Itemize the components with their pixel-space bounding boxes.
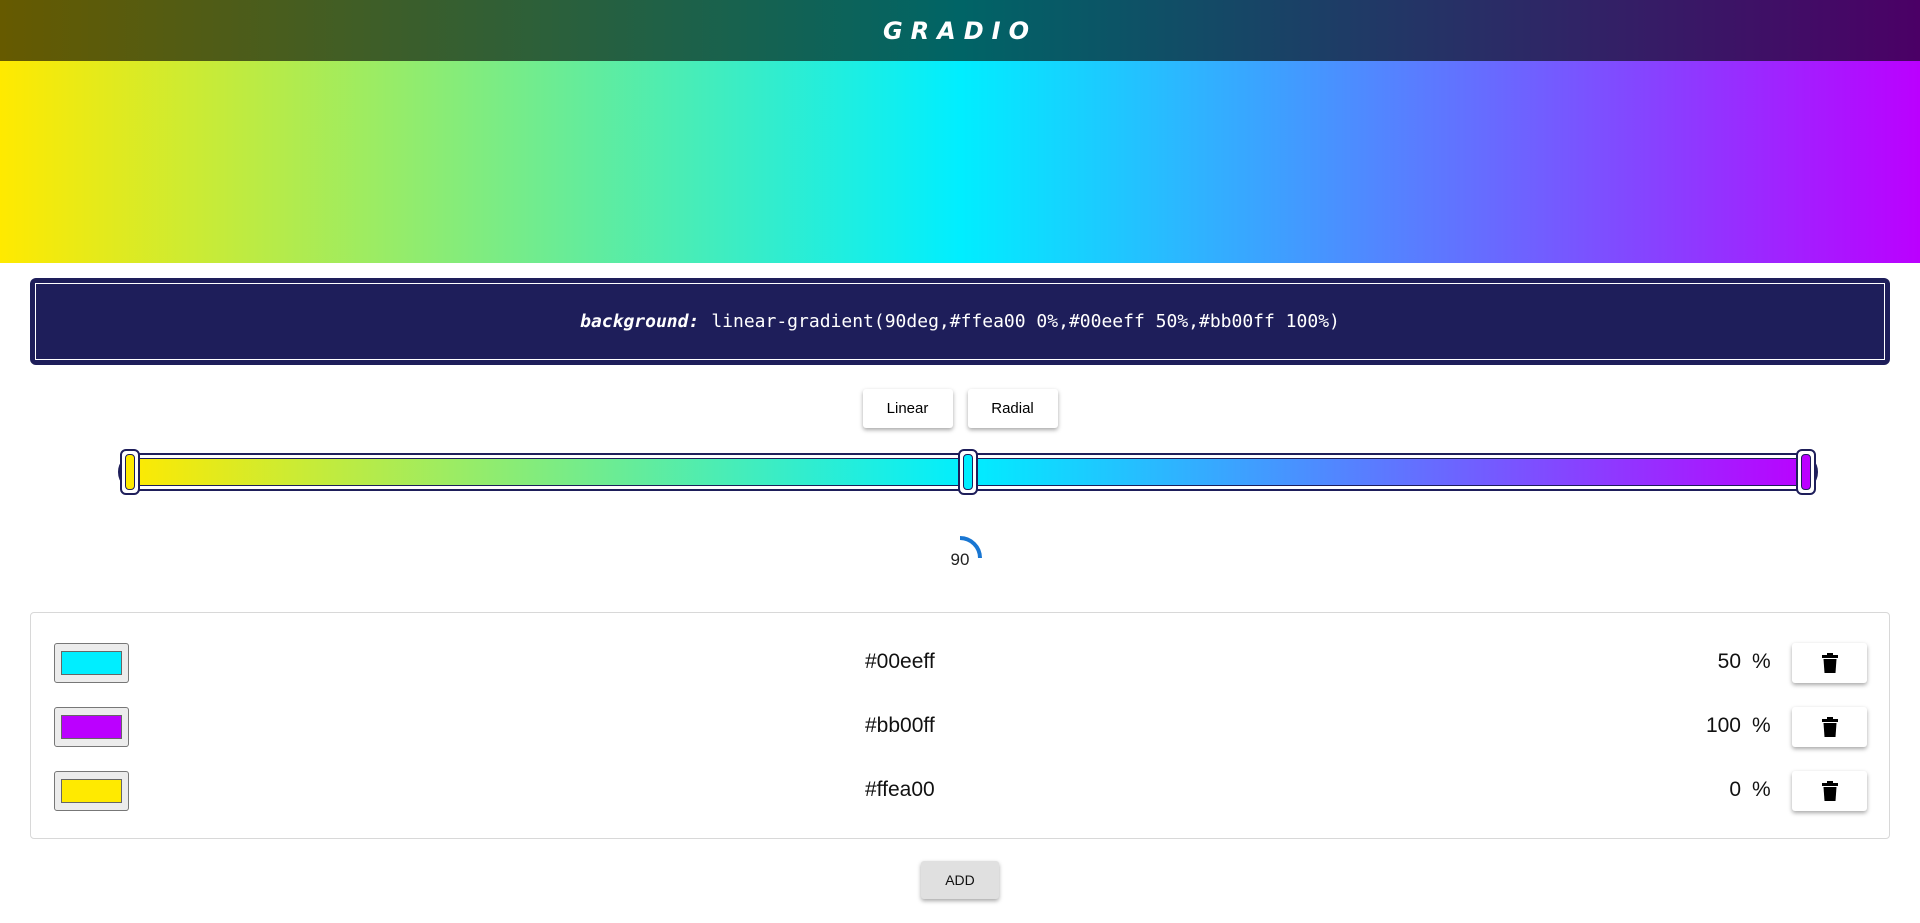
swatch-color [61,779,122,803]
radial-button[interactable]: Radial [967,389,1058,428]
stop-position-unit: % [1752,778,1771,801]
css-property-label: background: [580,311,700,332]
stop-row: #00eeff 50 % [31,642,1889,683]
trash-icon [1821,653,1838,673]
gradient-slider[interactable] [118,449,1818,495]
add-stop-button[interactable]: ADD [921,861,999,899]
delete-stop-button[interactable] [1792,643,1867,683]
stop-position-value[interactable]: 100 [1661,706,1741,746]
app-header: GRADIO [0,0,1920,61]
delete-stop-button[interactable] [1792,771,1867,811]
slider-stop-handle[interactable] [1796,449,1816,495]
stop-row: #ffea00 0 % [31,770,1889,811]
trash-icon [1821,781,1838,801]
slider-stop-handle[interactable] [120,449,140,495]
stop-hex-value: #bb00ff [865,714,935,737]
stop-hex-value: #00eeff [865,650,935,673]
color-swatch-button[interactable] [54,643,129,683]
stop-row: #bb00ff 100 % [31,706,1889,747]
trash-icon [1821,717,1838,737]
stop-position-unit: % [1752,650,1771,673]
slider-stop-handle[interactable] [958,449,978,495]
linear-button[interactable]: Linear [862,389,953,428]
css-output-inner: background: linear-gradient(90deg,#ffea0… [35,283,1885,360]
stop-hex-value: #ffea00 [865,778,935,801]
stop-position-value[interactable]: 0 [1661,770,1741,810]
stop-position-unit: % [1752,714,1771,737]
angle-dial[interactable]: 90 [928,520,992,570]
slider-stop-handle-color [1801,454,1811,490]
gradient-preview [0,61,1920,263]
brand-title: GRADIO [882,16,1037,45]
css-output-box: background: linear-gradient(90deg,#ffea0… [30,278,1890,365]
angle-value: 90 [950,550,970,569]
delete-stop-button[interactable] [1792,707,1867,747]
slider-stop-handle-color [963,454,973,490]
color-swatch-button[interactable] [54,707,129,747]
gradient-type-switcher: Linear Radial [0,389,1920,429]
slider-stop-handle-color [125,454,135,490]
stop-position-value[interactable]: 50 [1661,642,1741,682]
color-stops-panel: #00eeff 50 % #bb00ff 100 % #ffea00 0 % [30,612,1890,839]
swatch-color [61,651,122,675]
color-swatch-button[interactable] [54,771,129,811]
swatch-color [61,715,122,739]
css-property-value[interactable]: linear-gradient(90deg,#ffea00 0%,#00eeff… [711,311,1340,332]
